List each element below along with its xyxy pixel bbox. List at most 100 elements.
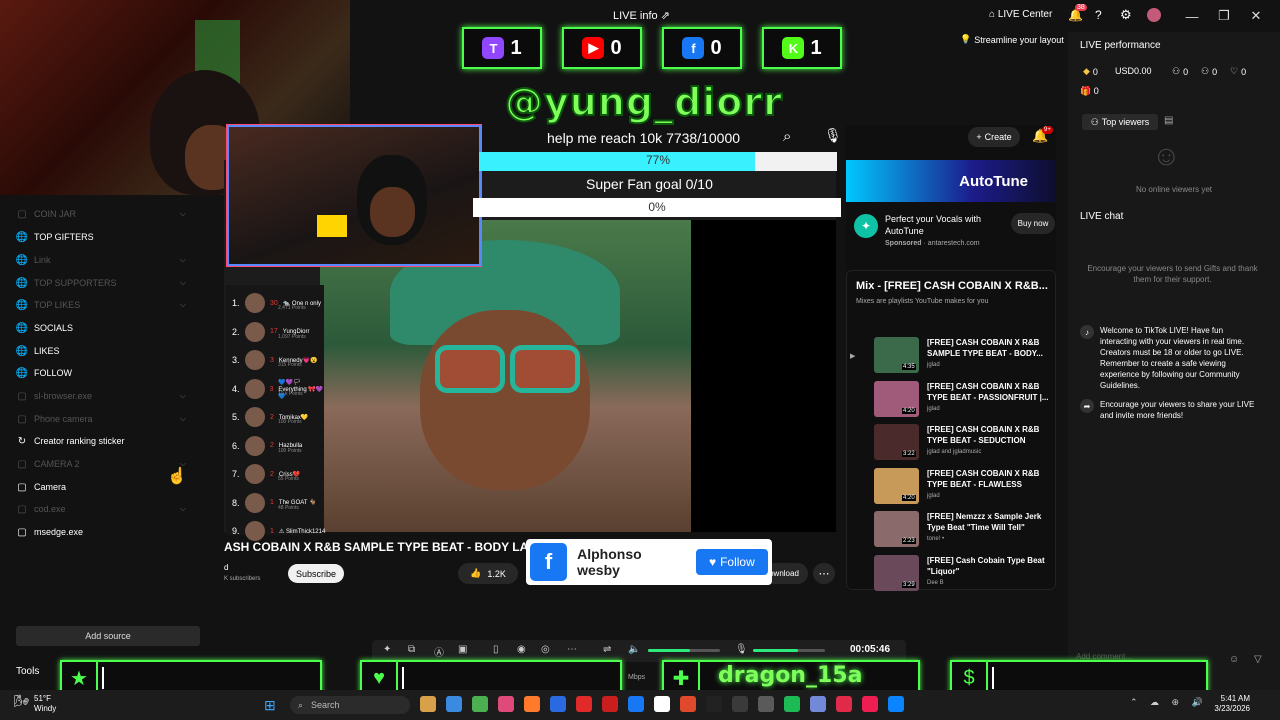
mix-title[interactable]: Mix - [FREE] CASH COBAIN X R&B... [856, 280, 1052, 292]
taskbar-app-icon[interactable] [862, 696, 878, 712]
screen-icon[interactable]: ▣ [458, 644, 467, 655]
like-button[interactable]: 👍 1.2K [458, 563, 518, 584]
taskbar-app-icon[interactable] [550, 696, 566, 712]
visibility-toggle-icon[interactable]: ⌵ [180, 504, 186, 514]
streamline-label: Streamline your layout [974, 34, 1064, 45]
share-icon: ⇗ [660, 10, 670, 22]
follow-button[interactable]: ♥ Follow [695, 549, 768, 575]
more-icon[interactable]: ⋯ [813, 563, 835, 584]
avatar[interactable] [1147, 8, 1161, 22]
source-item[interactable]: 🌐 FOLLOW [16, 367, 186, 379]
taskbar-app-icon[interactable] [654, 696, 670, 712]
performance-stat: ♡ 0 [1230, 66, 1246, 77]
subscribe-button[interactable]: Subscribe [288, 564, 344, 583]
visibility-toggle-icon[interactable]: ⌵ [180, 300, 186, 310]
ai-icon[interactable]: Ⓐ [434, 644, 444, 659]
source-item[interactable]: 🌐 TOP GIFTERS [16, 231, 186, 243]
help-icon[interactable]: ? [1095, 8, 1102, 22]
source-item[interactable]: 🌐 SOCIALS [16, 322, 186, 334]
source-item[interactable]: 🌐 TOP SUPPORTERS ⌵ [16, 277, 186, 289]
speaker-icon[interactable]: 🔈 [628, 644, 640, 655]
visibility-toggle-icon[interactable]: ⌵ [180, 209, 186, 219]
top-viewers-tab[interactable]: ⚇ Top viewers [1082, 114, 1158, 130]
live-info-title[interactable]: LIVE info ⇗ [613, 9, 670, 22]
playlist-item[interactable]: 4:35 [FREE] CASH COBAIN X R&B SAMPLE TYPE… [874, 337, 1054, 377]
leaderboard-rank: 2. [232, 326, 240, 337]
playlist-item[interactable]: 3:22 [FREE] CASH COBAIN X R&B TYPE BEAT -… [874, 424, 1054, 464]
live-center-link[interactable]: ⌂ LIVE Center [989, 9, 1052, 20]
visibility-toggle-icon[interactable]: ⌵ [180, 255, 186, 265]
leaderboard-rank: 3. [232, 355, 240, 365]
clock[interactable]: 5:41 AM 3/23/2026 [1204, 694, 1250, 714]
windows-start-icon[interactable]: ⊞ [264, 697, 276, 714]
taskbar-app-icon[interactable] [732, 696, 748, 712]
list-icon[interactable]: ▤ [1164, 115, 1173, 126]
taskbar-app-icon[interactable] [836, 696, 852, 712]
mic-volume-slider[interactable] [753, 649, 825, 652]
add-source-button[interactable]: Add source [16, 626, 200, 646]
taskbar-app-icon[interactable] [524, 696, 540, 712]
source-item[interactable]: ▢ Camera [16, 481, 186, 493]
more-controls-icon[interactable]: ⋯ [567, 644, 577, 655]
source-item[interactable]: ▢ sl-browser.exe ⌵ [16, 390, 186, 402]
layout-icon[interactable]: ⧉ [408, 644, 415, 655]
emoji-icon[interactable]: ☺ [1229, 654, 1239, 665]
phone-icon[interactable]: ▯ [493, 644, 499, 655]
create-button[interactable]: + Create [968, 127, 1020, 147]
twitch-icon: T [482, 37, 505, 59]
leaderboard-row: 5. 2 Tomikax💛 100 Points [232, 407, 327, 427]
taskbar-app-icon[interactable] [680, 696, 696, 712]
taskbar-app-icon[interactable] [888, 696, 904, 712]
playlist-item[interactable]: 4:20 [FREE] CASH COBAIN X R&B TYPE BEAT -… [874, 380, 1054, 421]
filter-icon[interactable]: ▽ [1254, 654, 1262, 665]
visibility-toggle-icon[interactable]: ⌵ [180, 278, 186, 288]
visibility-toggle-icon[interactable]: ⌵ [180, 414, 186, 424]
speaker-volume-slider[interactable] [648, 649, 720, 652]
ad-banner[interactable]: AutoTune [846, 160, 1056, 202]
playlist-item[interactable]: 4:20 [FREE] CASH COBAIN X R&B TYPE BEAT -… [874, 467, 1054, 508]
source-item[interactable]: ▢ cod.exe ⌵ [16, 503, 186, 515]
taskbar-app-icon[interactable] [498, 696, 514, 712]
system-tray-icons[interactable]: ⌃ ☁ ⊕ 🔊 [1130, 697, 1208, 708]
mixer-icon[interactable]: ⇌ [603, 644, 611, 655]
taskbar-app-icon[interactable] [784, 696, 800, 712]
effects-icon[interactable]: ✦ [383, 644, 391, 655]
source-item[interactable]: 🌐 Link ⌵ [16, 254, 186, 266]
visibility-toggle-icon[interactable]: ⌵ [180, 391, 186, 401]
taskbar-app-icon[interactable] [758, 696, 774, 712]
search-icon[interactable]: ⌕ [783, 128, 791, 145]
source-item[interactable]: ▢ CAMERA 2 ⌵ [16, 458, 186, 470]
source-item[interactable]: ▢ msedge.exe [16, 526, 186, 538]
taskbar-search[interactable]: ⌕ Search [290, 696, 410, 714]
taskbar-app-icon[interactable] [446, 696, 462, 712]
playlist-item[interactable]: 2:23 [FREE] Nemzzz x Sample Jerk Type Bea… [874, 511, 1054, 551]
minimize-icon[interactable]: — [1182, 6, 1202, 26]
taskbar-app-icon[interactable] [576, 696, 592, 712]
facebook-follow-card: f Alphonso wesby ♥ Follow [526, 539, 772, 585]
taskbar-app-icon[interactable] [706, 696, 722, 712]
source-item[interactable]: ▢ Phone camera ⌵ [16, 413, 186, 425]
taskbar-app-icon[interactable] [420, 696, 436, 712]
taskbar-app-icon[interactable] [810, 696, 826, 712]
maximize-icon[interactable]: ❐ [1214, 6, 1234, 26]
mic-control-icon[interactable]: 🎙 [735, 644, 748, 655]
weather-widget[interactable]: 51°F Windy [34, 694, 56, 714]
buy-now-button[interactable]: Buy now [1011, 213, 1055, 234]
close-icon[interactable]: ✕ [1246, 6, 1266, 26]
source-item[interactable]: 🌐 LIKES [16, 345, 186, 357]
taskbar-app-icon[interactable] [472, 696, 488, 712]
source-item[interactable]: ↻ Creator ranking sticker [16, 435, 186, 447]
source-item[interactable]: 🌐 TOP LIKES ⌵ [16, 299, 186, 311]
camera-toggle-icon[interactable]: ◎ [541, 644, 550, 655]
source-item[interactable]: ▢ COIN JAR ⌵ [16, 208, 186, 220]
ad-title[interactable]: Perfect your Vocals with AutoTune [885, 213, 1005, 237]
microphone-icon[interactable]: 🎙 [824, 127, 842, 144]
tools-tab[interactable]: Tools [16, 666, 39, 677]
channel-name[interactable]: d [224, 563, 228, 572]
streamline-tip[interactable]: 💡 Streamline your layout [960, 34, 1064, 45]
taskbar-app-icon[interactable] [602, 696, 618, 712]
settings-icon[interactable]: ⚙ [1120, 7, 1132, 23]
playlist-item[interactable]: 3:29 [FREE] Cash Cobain Type Beat "Liquor… [874, 554, 1054, 595]
record-icon[interactable]: ◉ [517, 644, 526, 655]
taskbar-app-icon[interactable] [628, 696, 644, 712]
